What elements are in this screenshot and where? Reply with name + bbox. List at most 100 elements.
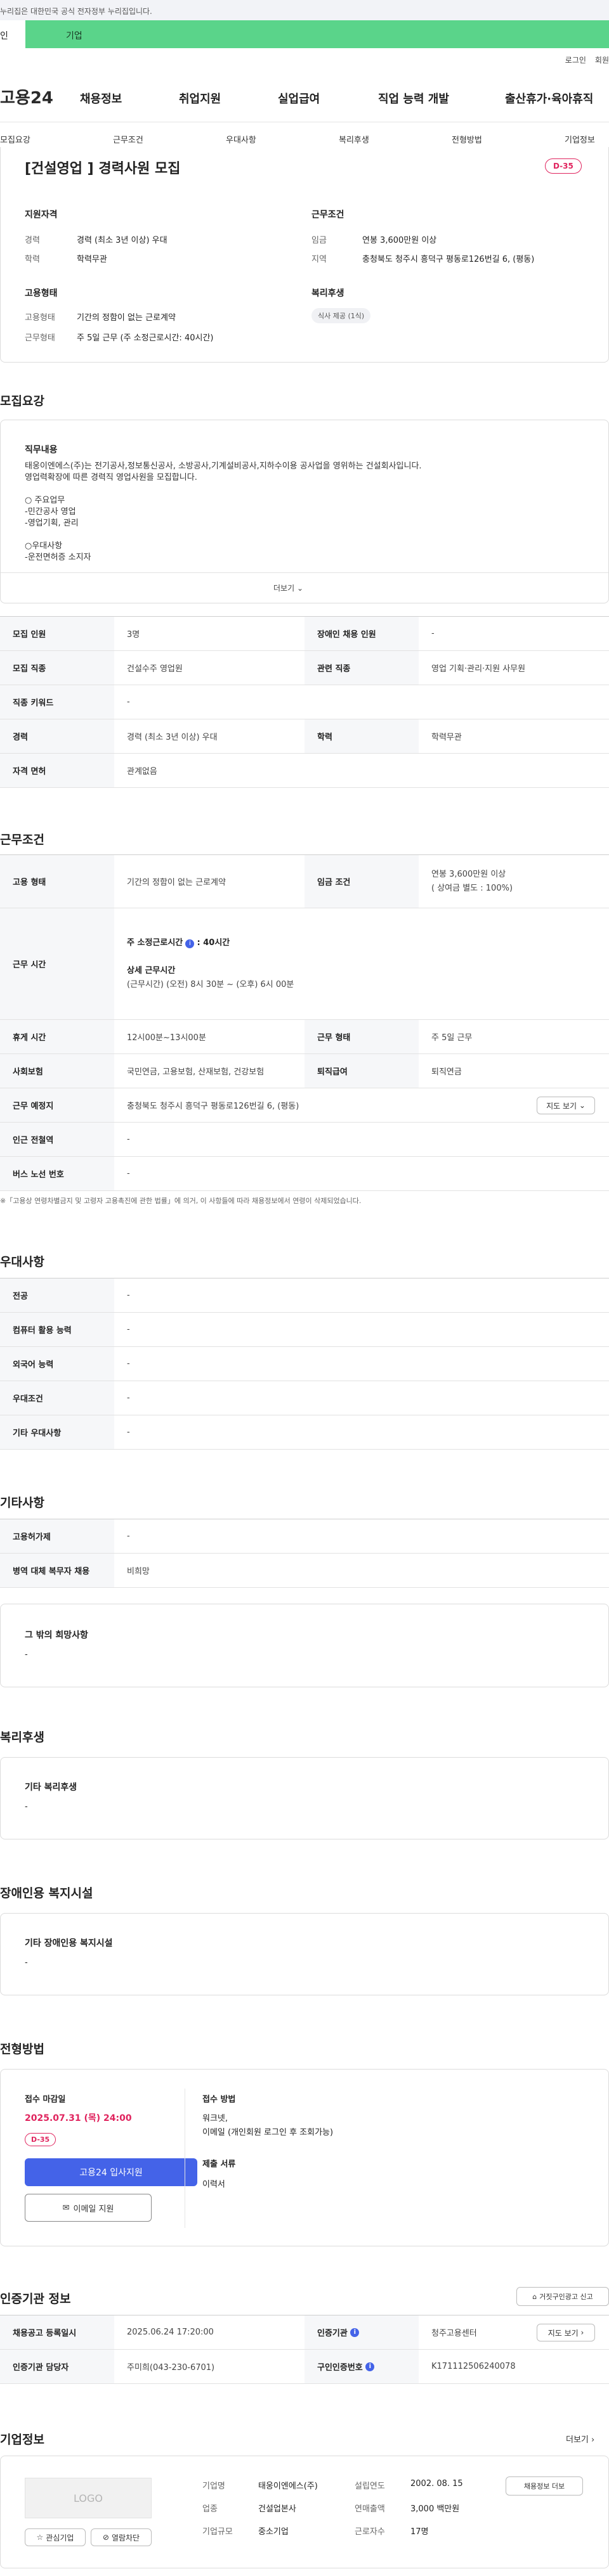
block-company-button[interactable]: ⊘ 열람차단 (91, 2528, 152, 2546)
row-key: 버스 노선 번호 (0, 1157, 114, 1190)
row-value: - (127, 1291, 130, 1300)
chevron-right-icon: › (591, 2435, 595, 2445)
map-button[interactable]: 지도 보기 ⌄ (537, 1097, 595, 1114)
company-jobs-button[interactable]: 채용정보 더보 (506, 2476, 583, 2496)
row-value: 국민연금, 고용보험, 산재보험, 건강보험 (127, 1067, 265, 1077)
gnav-employment-support[interactable]: 취업지원 (179, 90, 221, 106)
favorite-label: 관심기업 (46, 2533, 74, 2542)
org-map-label: 지도 보기 (547, 2328, 579, 2338)
row-key: 우대조건 (0, 1381, 114, 1415)
edu-label: 학력 (25, 255, 40, 264)
etc-wish-card: 그 밖의 희망사항 - (0, 1604, 609, 1687)
tab-person[interactable]: 인 (0, 20, 25, 48)
company-more-link[interactable]: 더보기 › (566, 2433, 594, 2445)
welfare-title: 복리후생 (311, 288, 344, 299)
table-row: 인증기관 담당자 주미희(043-230-6701) 구인인증번호 i K171… (0, 2350, 609, 2384)
email-apply-label: 이메일 지원 (73, 2204, 114, 2214)
region-value: 충청북도 청주시 흥덕구 평동로126번길 6, (평동) (362, 255, 535, 264)
table-row: 전공 - (0, 1278, 609, 1313)
deadline-title: 접수 마감일 (25, 2095, 66, 2104)
selection-section-title: 전형방법 (0, 2042, 44, 2056)
company-name-value: 태웅이엔에스(주) (258, 2482, 318, 2491)
cert-table: 채용공고 등록일시 2025.06.24 17:20:00 인증기관 i 청주고… (0, 2315, 609, 2384)
worktype-label: 근무형태 (25, 333, 55, 343)
apply-button[interactable]: 고용24 입사지원 (25, 2158, 197, 2186)
row-key: 근무 시간 (0, 908, 114, 1019)
report-fake-ad-button[interactable]: ⌂ 거짓구인광고 신고 (516, 2287, 609, 2306)
favorite-company-button[interactable]: ☆ 관심기업 (25, 2528, 86, 2546)
info-icon[interactable]: i (350, 2328, 360, 2337)
row-key: 병역 대체 복무자 채용 (0, 1554, 114, 1587)
info-icon[interactable]: i (365, 2362, 375, 2371)
desc-line: 영업력확장에 따른 경력직 영업사원을 모집합니다. (25, 473, 197, 482)
row-value: - (127, 1325, 130, 1334)
hours-detail: (근무시간) (오전) 8시 30분 ~ (오후) 6시 00분 (127, 979, 294, 989)
row-value: - (127, 697, 130, 707)
anchor-preference[interactable]: 우대사항 (226, 133, 256, 145)
row-value: 충청북도 청주시 흥덕구 평동로126번길 6, (평동) (127, 1102, 299, 1111)
welfare-card: 기타 복리후생 - (0, 1757, 609, 1839)
row-key: 고용 형태 (0, 855, 114, 908)
region-label: 지역 (311, 255, 327, 264)
chevron-down-icon: ⌄ (296, 584, 304, 593)
table-row: 기타 우대사항 - (0, 1415, 609, 1450)
summary-card: [건설영업 ] 경력사원 모집 D-35 지원자격 경력 경력 (최소 3년 이… (0, 147, 609, 363)
row-key: 기타 우대사항 (0, 1415, 114, 1449)
anchor-recruit[interactable]: 모집요강 (0, 133, 30, 145)
mail-icon: ✉ (62, 2203, 70, 2213)
more-button[interactable]: 더보기 ⌄ (273, 583, 303, 593)
company-section-title: 기업정보 (0, 2433, 44, 2447)
site-logo[interactable]: 고용24 (0, 85, 53, 108)
weekly-hours: 주 소정근로시간 i : 40시간 (127, 936, 230, 950)
table-row: 근무 예정지 충청북도 청주시 흥덕구 평동로126번길 6, (평동) 지도 … (0, 1088, 609, 1123)
login-link[interactable]: 로그인 (565, 56, 586, 65)
star-icon: ☆ (36, 2533, 44, 2542)
wage-label: 임금 (311, 236, 327, 245)
row-key: 인증기관 담당자 (0, 2350, 114, 2383)
row-key: 경력 (0, 719, 114, 753)
row-key: 장애인 채용 인원 (304, 617, 419, 650)
table-row: 휴게 시간 12시00분~13시00분 근무 형태 주 5일 근무 (0, 1020, 609, 1054)
row-key: 자격 면허 (0, 754, 114, 787)
etc-wish-value: - (25, 1650, 28, 1659)
wage-value: 연봉 3,600만원 이상 (362, 236, 437, 245)
join-link[interactable]: 회원 (595, 56, 609, 65)
bonus-value: ( 상여금 별도 : 100%) (431, 883, 513, 893)
disability-section-title: 장애인용 복지시설 (0, 1886, 93, 1900)
founded-value: 2002. 08. 15 (410, 2479, 463, 2489)
tab-company[interactable]: 기업 (25, 20, 609, 48)
gnav-unemployment-benefit[interactable]: 실업급여 (278, 90, 320, 106)
info-icon[interactable]: i (185, 939, 195, 948)
method-title: 접수 방법 (202, 2095, 236, 2104)
anchor-company[interactable]: 기업정보 (565, 133, 595, 145)
conditions-section-title: 근무조건 (0, 833, 44, 847)
company-card: LOGO ☆ 관심기업 ⊘ 열람차단 기업명 태웅이엔에스(주) 설립연도 2002… (0, 2456, 609, 2568)
row-value: 12시00분~13시00분 (127, 1033, 206, 1043)
email-apply-button[interactable]: ✉ 이메일 지원 (25, 2194, 152, 2222)
anchor-welfare[interactable]: 복리후생 (339, 133, 369, 145)
disability-card: 기타 장애인용 복지시설 - (0, 1913, 609, 1995)
row-value: 학력무관 (431, 733, 462, 742)
method-line: 이메일 (개인회원 로그인 후 조회가능) (202, 2128, 334, 2137)
table-row: 근무 시간 주 소정근로시간 i : 40시간 상세 근무시간 (근무시간) (… (0, 908, 609, 1020)
edu-value: 학력무관 (77, 255, 107, 264)
row-value: 영업 기획·관리·지원 사무원 (431, 664, 526, 674)
deadline-value: 2025.07.31 (목) 24:00 (25, 2113, 132, 2123)
desc-line: -민간공사 영업 (25, 507, 76, 517)
company-name-label: 기업명 (202, 2482, 225, 2491)
row-value: 퇴직연금 (431, 1067, 462, 1077)
row-value: - (127, 1427, 130, 1437)
gnav-jobs[interactable]: 채용정보 (80, 90, 122, 106)
job-title: [건설영업 ] 경력사원 모집 (25, 161, 181, 177)
org-key-label: 인증기관 (317, 2329, 348, 2338)
anchor-conditions[interactable]: 근무조건 (113, 133, 143, 145)
desc-line: -운전면허증 소지자 (25, 553, 91, 562)
block-icon: ⊘ (102, 2533, 109, 2542)
gnav-parental-leave[interactable]: 출산휴가·육아휴직 (505, 90, 593, 106)
welfare-section-title: 복리후생 (0, 1730, 44, 1744)
gnav-vocational-training[interactable]: 직업 능력 개발 (378, 90, 449, 106)
anchor-selection[interactable]: 전형방법 (452, 133, 482, 145)
org-map-button[interactable]: 지도 보기 › (537, 2324, 595, 2341)
welfare-box-title: 기타 복리후생 (25, 1782, 77, 1793)
dday-badge: D-35 (545, 158, 582, 174)
